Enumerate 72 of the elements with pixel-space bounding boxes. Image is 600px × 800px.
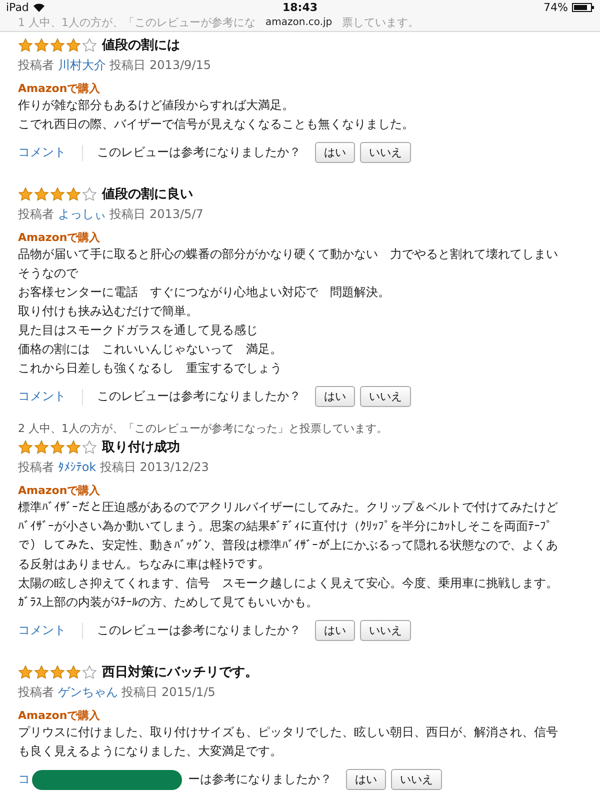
review-title: 西日対策にバッチリです。 bbox=[102, 664, 258, 681]
star-icon bbox=[50, 186, 65, 202]
helpful-question: このレビューは参考になりましたか？ bbox=[97, 144, 301, 161]
device-name: iPad bbox=[6, 1, 29, 14]
comment-link[interactable]: コ bbox=[18, 771, 30, 788]
yes-button[interactable]: はい bbox=[346, 769, 386, 790]
no-button[interactable]: いいえ bbox=[391, 769, 442, 790]
review-title: 取り付け成功 bbox=[102, 439, 180, 456]
star-icon bbox=[66, 664, 81, 680]
author-label: 投稿者 bbox=[18, 685, 54, 699]
review-text: 見た目はスモークドガラスを通して見る感じ bbox=[18, 322, 259, 339]
purchase-label: Amazonで購入 bbox=[18, 230, 100, 245]
address-url[interactable]: amazon.co.jp bbox=[266, 17, 332, 28]
author-label: 投稿者 bbox=[18, 58, 54, 72]
helpful-count-text: 1 人中、1人の方が、「このレビューが参考にな bbox=[18, 15, 256, 30]
review-text: こでれ西日の際、バイザーで信号が見えなくなることも無くなりました。 bbox=[18, 116, 415, 133]
review-text: 価格の割には これいいんじゃないって 満足。 bbox=[18, 341, 283, 358]
star-icon bbox=[34, 440, 49, 454]
no-button[interactable]: いいえ bbox=[360, 620, 411, 641]
post-date: 投稿日 2013/12/23 bbox=[100, 460, 209, 474]
battery-percent: 74% bbox=[544, 1, 568, 14]
yes-button[interactable]: はい bbox=[315, 142, 355, 163]
star-icon bbox=[50, 38, 65, 52]
author-link[interactable]: 川村大介 bbox=[58, 58, 106, 72]
author-link[interactable]: よっしぃ bbox=[58, 207, 106, 221]
comment-link[interactable]: コメント bbox=[18, 622, 66, 639]
post-date: 投稿日 2013/5/7 bbox=[110, 207, 204, 221]
star-icon bbox=[18, 38, 33, 52]
star-icon bbox=[66, 440, 81, 454]
helpful-question: このレビューは参考になりましたか？ bbox=[97, 388, 301, 405]
author-link[interactable]: ﾀﾒｼﾃok bbox=[58, 460, 96, 474]
star-icon bbox=[18, 440, 33, 454]
comment-link[interactable]: コメント bbox=[18, 144, 66, 161]
review-text: プリウスに付けました、取り付けサイズも、ピッタリでした、眩しい朝日、西日が、解消され、信号も良く見えるようになりました、大変満足です。 bbox=[18, 724, 559, 760]
comment-link[interactable]: コメント bbox=[18, 388, 66, 405]
clock-time: 18:43 bbox=[282, 1, 318, 14]
wifi-icon bbox=[32, 3, 45, 12]
author-label: 投稿者 bbox=[18, 207, 54, 221]
star-icon bbox=[66, 38, 81, 52]
review-text: 取り付けも挟み込むだけで簡単。 bbox=[18, 303, 199, 320]
review-text: これから日差しも強くなるし 重宝するでしょう bbox=[18, 360, 283, 377]
helpful-count-text: 票しています。 bbox=[342, 15, 420, 30]
review-text: 標準ﾊﾞｲｻﾞｰだと圧迫感があるのでアクリルバイザーにしてみた。クリップ＆ベルトで付けてみたけどﾊﾞｲｻﾞｰが小さい為か動いてしまう。思案の結果ﾎﾞﾃﾞｨに直付け（ｸﾘｯﾌﾟを半分にｶｯﾄしそこを両面ﾃｰﾌﾟで）してみた、安定性、動きﾊﾞｯｸﾞﾝ、普段は標準ﾊﾞｲｻﾞｰが上にかぶるって隠れる状態なので、よくある反射はありません。ちなみに車は軽ﾄﾗです。 bbox=[18, 499, 559, 573]
star-icon bbox=[66, 186, 81, 202]
purchase-label: Amazonで購入 bbox=[18, 483, 100, 498]
purchase-label: Amazonで購入 bbox=[18, 708, 100, 723]
review-text: 品物が届いて手に取ると肝心の蝶番の部分がかなり硬くて動かない 力でやると割れて壊れてしまいそうなので bbox=[18, 246, 559, 282]
battery-icon bbox=[572, 3, 594, 12]
star-icon bbox=[34, 186, 49, 202]
no-button[interactable]: いいえ bbox=[360, 142, 411, 163]
review-text: お客様センターに電話 すぐにつながり心地よい対応で 問題解決。 bbox=[18, 284, 391, 301]
star-icon bbox=[34, 38, 49, 52]
review-title: 値段の割には bbox=[102, 36, 180, 54]
author-label: 投稿者 bbox=[18, 460, 54, 474]
star-icon bbox=[50, 440, 65, 454]
helpful-question: このレビューは参考になりましたか？ bbox=[97, 622, 301, 639]
helpful-question: ーは参考になりましたか？ bbox=[188, 771, 332, 788]
author-link[interactable]: ゲンちゃん bbox=[58, 685, 118, 699]
star-icon bbox=[18, 186, 33, 202]
review-text: 作りが雑な部分もあるけど値段からすれば大満足。 bbox=[18, 97, 295, 114]
helpful-count-text: 2 人中、1人の方が、「このレビューが参考になった」と投票しています。 bbox=[18, 421, 388, 436]
star-icon bbox=[50, 664, 65, 680]
yes-button[interactable]: はい bbox=[315, 386, 355, 407]
post-date: 投稿日 2013/9/15 bbox=[110, 58, 211, 72]
review-text: 太陽の眩しさ抑えてくれます、信号 スモーク越しによく見えて安心。今度、乗用車に挑戦します。ｶﾞﾗｽ上部の内装がｽﾁｰﾙの方、ためして見てもいいかも。 bbox=[18, 575, 559, 611]
star-icon bbox=[18, 664, 33, 680]
purchase-label: Amazonで購入 bbox=[18, 81, 100, 96]
yes-button[interactable]: はい bbox=[315, 620, 355, 641]
star-icon bbox=[34, 664, 49, 680]
no-button[interactable]: いいえ bbox=[360, 386, 411, 407]
review-title: 値段の割に良い bbox=[102, 186, 193, 203]
post-date: 投稿日 2015/1/5 bbox=[122, 685, 216, 699]
